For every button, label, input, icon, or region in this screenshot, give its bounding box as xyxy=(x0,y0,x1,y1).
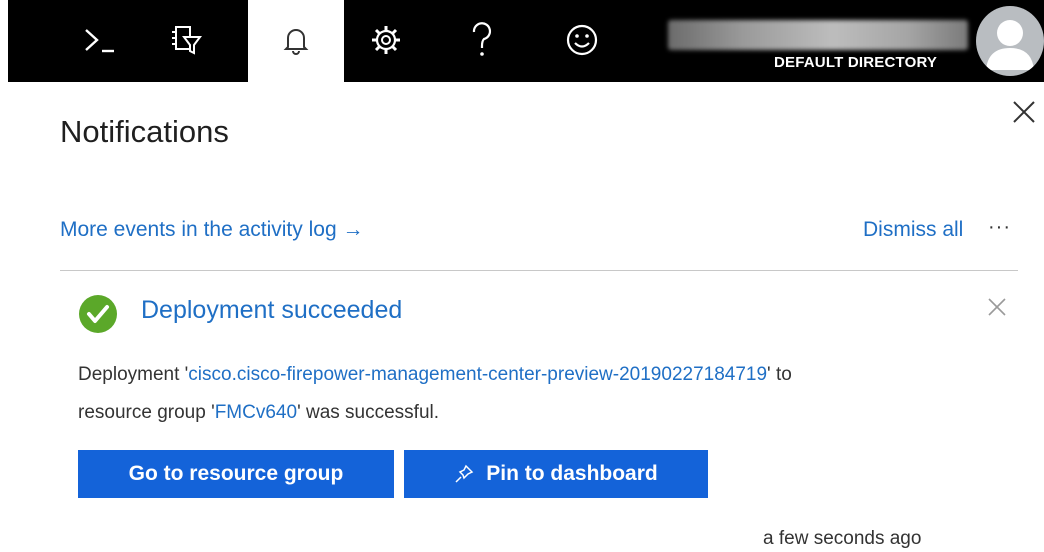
account-name-redacted[interactable] xyxy=(668,20,968,50)
feedback-smiley-icon[interactable] xyxy=(556,14,608,66)
dismiss-all-link[interactable]: Dismiss all xyxy=(863,218,963,242)
notification-message: Deployment 'cisco.cisco-firepower-manage… xyxy=(78,356,838,432)
pin-to-dashboard-button[interactable]: Pin to dashboard xyxy=(404,450,708,498)
deployment-name-link[interactable]: cisco.cisco-firepower-management-center-… xyxy=(188,364,767,385)
pin-to-dashboard-label: Pin to dashboard xyxy=(486,462,658,485)
directory-filter-icon[interactable] xyxy=(160,14,212,66)
more-options-icon[interactable]: ··· xyxy=(988,216,1011,239)
go-to-resource-group-label: Go to resource group xyxy=(128,462,344,485)
settings-gear-icon[interactable] xyxy=(360,14,412,66)
notification-timestamp: a few seconds ago xyxy=(763,528,922,549)
help-icon[interactable] xyxy=(456,14,508,66)
pin-icon xyxy=(455,464,474,483)
divider xyxy=(60,270,1018,271)
top-navigation-bar: DEFAULT DIRECTORY xyxy=(8,0,1044,82)
cloud-shell-icon[interactable] xyxy=(74,14,126,66)
page-title: Notifications xyxy=(60,114,229,149)
avatar[interactable] xyxy=(976,6,1044,76)
close-panel-icon[interactable] xyxy=(1012,100,1036,124)
message-suffix: ' was successful. xyxy=(297,402,440,423)
dismiss-notification-icon[interactable] xyxy=(987,297,1007,317)
notifications-bell-icon[interactable] xyxy=(248,0,344,82)
resource-group-link[interactable]: FMCv640 xyxy=(215,402,297,423)
activity-log-link[interactable]: More events in the activity log → xyxy=(60,218,363,242)
message-prefix: Deployment ' xyxy=(78,364,189,385)
success-check-icon xyxy=(78,294,118,334)
go-to-resource-group-button[interactable]: Go to resource group xyxy=(78,450,394,498)
notification-title[interactable]: Deployment succeeded xyxy=(141,296,402,325)
directory-label[interactable]: DEFAULT DIRECTORY xyxy=(774,54,964,71)
